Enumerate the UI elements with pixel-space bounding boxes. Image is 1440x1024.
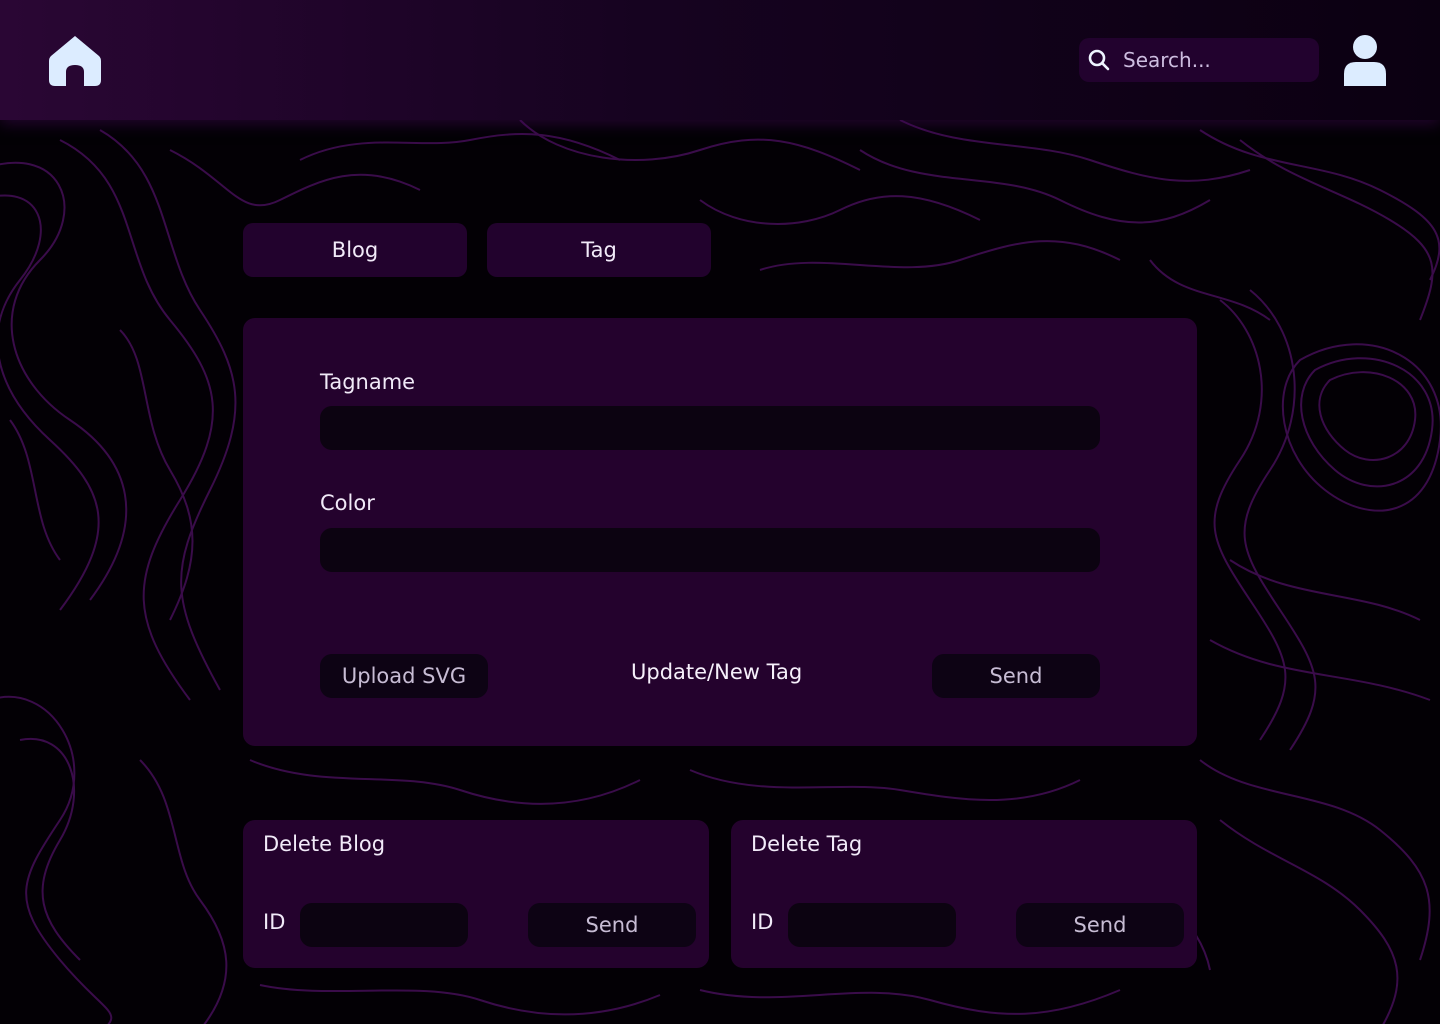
delete-blog-id-input[interactable] <box>300 903 468 947</box>
top-header <box>0 0 1440 120</box>
tab-tag[interactable]: Tag <box>487 223 711 277</box>
search-icon <box>1088 49 1110 71</box>
tag-send-button[interactable]: Send <box>932 654 1100 698</box>
color-label: Color <box>320 491 375 515</box>
tagname-label: Tagname <box>320 370 416 394</box>
delete-blog-panel: Delete Blog ID Send <box>243 820 709 968</box>
update-new-tag-label: Update/New Tag <box>631 660 803 684</box>
delete-tag-id-label: ID <box>751 910 774 934</box>
delete-blog-send-button[interactable]: Send <box>528 903 696 947</box>
delete-tag-title: Delete Tag <box>751 832 863 856</box>
user-button[interactable] <box>1342 34 1388 88</box>
delete-blog-title: Delete Blog <box>263 832 386 856</box>
tag-form-panel: Tagname Color Upload SVG Update/New Tag … <box>243 318 1197 746</box>
delete-blog-id-label: ID <box>263 910 286 934</box>
upload-svg-button[interactable]: Upload SVG <box>320 654 488 698</box>
delete-tag-id-input[interactable] <box>788 903 956 947</box>
user-icon <box>1344 35 1386 86</box>
delete-tag-panel: Delete Tag ID Send <box>731 820 1197 968</box>
tagname-input[interactable] <box>320 406 1100 450</box>
search-bar[interactable] <box>1079 38 1319 82</box>
color-input[interactable] <box>320 528 1100 572</box>
tab-blog[interactable]: Blog <box>243 223 467 277</box>
delete-tag-send-button[interactable]: Send <box>1016 903 1184 947</box>
home-button[interactable] <box>48 34 102 88</box>
home-icon <box>49 36 101 86</box>
search-input[interactable] <box>1123 48 1303 72</box>
